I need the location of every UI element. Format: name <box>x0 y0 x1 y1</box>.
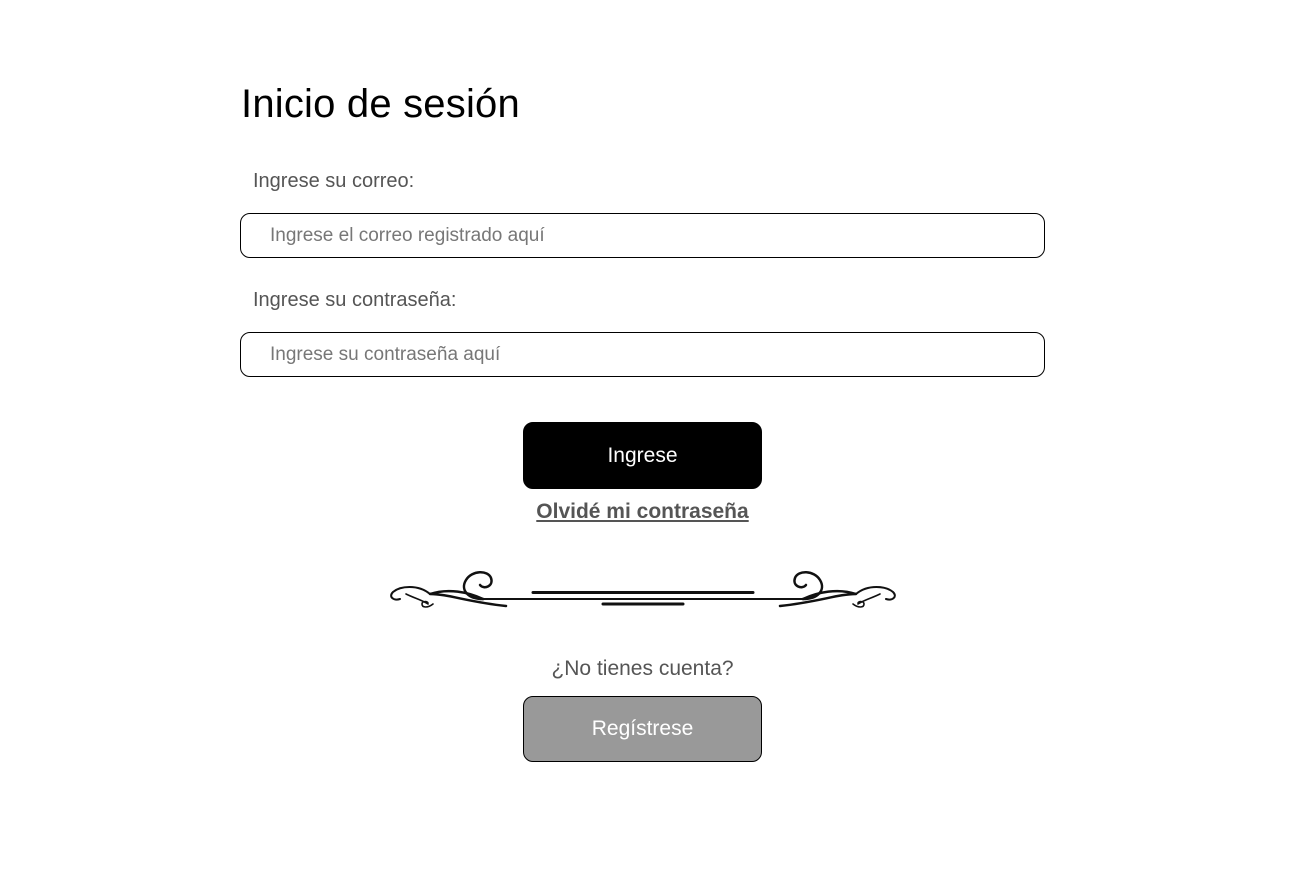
password-label: Ingrese su contraseña: <box>253 289 457 311</box>
password-field[interactable] <box>240 332 1045 377</box>
email-field[interactable] <box>240 213 1045 258</box>
email-label: Ingrese su correo: <box>253 170 415 192</box>
login-button[interactable]: Ingrese <box>523 422 762 489</box>
login-page: Inicio de sesión Ingrese su correo: Ingr… <box>0 0 1289 872</box>
register-button[interactable]: Regístrese <box>523 696 762 762</box>
forgot-password-anchor[interactable]: Olvidé mi contraseña <box>536 500 748 523</box>
forgot-password-link: Olvidé mi contraseña <box>0 500 1285 524</box>
page-title: Inicio de sesión <box>241 82 520 126</box>
ornamental-divider-icon <box>390 571 896 608</box>
no-account-prompt: ¿No tienes cuenta? <box>551 657 734 680</box>
